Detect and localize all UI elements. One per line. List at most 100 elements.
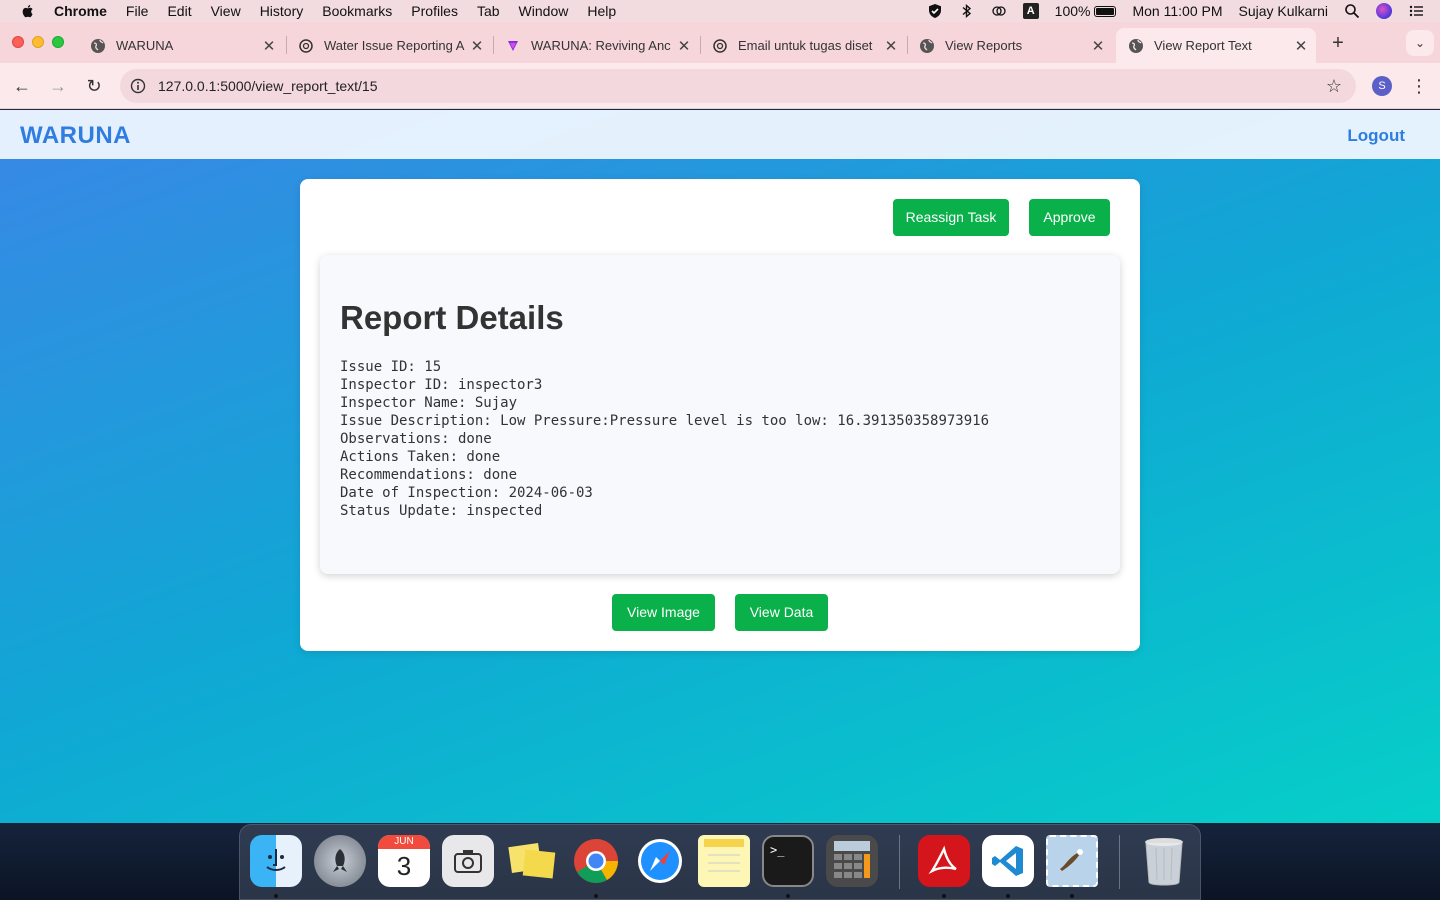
menubar-user[interactable]: Sujay Kulkarni [1239,3,1329,19]
chrome-icon[interactable] [570,835,622,887]
chrome-menu-icon[interactable]: ⋮ [1410,75,1428,97]
zoom-window-button[interactable] [52,36,64,48]
safari-icon[interactable] [634,835,686,887]
forward-button[interactable]: → [47,75,69,97]
report-line-issue-description: Issue Description: Low Pressure:Pressure… [340,413,990,429]
tab-water-issue-reporting[interactable]: Water Issue Reporting A ✕ [286,28,492,63]
site-info-icon[interactable] [130,78,146,94]
reload-button[interactable]: ↻ [83,75,105,97]
calculator-icon[interactable] [826,835,878,887]
battery-status[interactable]: 100% [1055,3,1117,19]
menu-edit[interactable]: Edit [167,3,191,19]
menu-history[interactable]: History [260,3,304,19]
notes-icon[interactable] [698,835,750,887]
tab-view-report-text[interactable]: View Report Text ✕ [1116,28,1316,63]
close-tab-icon[interactable]: ✕ [675,37,693,55]
profile-avatar[interactable]: S [1372,76,1392,96]
tab-title: View Reports [945,38,1023,53]
bookmark-star-icon[interactable]: ☆ [1326,77,1342,95]
image-capture-icon[interactable] [442,835,494,887]
running-indicator [594,894,598,898]
menu-file[interactable]: File [126,3,149,19]
menu-help[interactable]: Help [587,3,616,19]
tab-title: Email untuk tugas diset [738,38,873,53]
report-line-observations: Observations: done [340,431,492,447]
vscode-icon[interactable] [982,835,1034,887]
close-tab-icon[interactable]: ✕ [468,37,486,55]
spotlight-search-icon[interactable] [1344,3,1360,19]
tab-waruna[interactable]: WARUNA ✕ [78,28,284,63]
browser-tab-strip: WARUNA ✕ Water Issue Reporting A ✕ WARUN… [0,22,1440,63]
terminal-icon[interactable]: >_ [762,835,814,887]
bluetooth-icon[interactable] [959,3,975,19]
approve-button[interactable]: Approve [1029,199,1110,236]
tab-waruna-reviving[interactable]: WARUNA: Reviving Anc ✕ [493,28,699,63]
siri-icon[interactable] [1376,3,1392,19]
stickies-icon[interactable] [506,835,558,887]
preview-icon[interactable] [1046,835,1098,887]
battery-icon [1094,5,1117,17]
dock-separator [1119,835,1120,889]
browser-toolbar: ← → ↻ 127.0.0.1:5000/view_report_text/15… [0,63,1440,109]
macos-menu-bar: Chrome File Edit View History Bookmarks … [0,0,1440,22]
gamma-app-icon [508,40,518,51]
report-card: Reassign Task Approve Report Details Iss… [300,179,1140,651]
menu-profiles[interactable]: Profiles [411,3,458,19]
page-viewport: WARUNA Logout Reassign Task Approve Repo… [0,110,1440,823]
address-bar[interactable]: 127.0.0.1:5000/view_report_text/15 ☆ [120,69,1356,103]
close-window-button[interactable] [12,36,24,48]
report-text: Issue ID: 15 Inspector ID: inspector3 In… [340,358,989,520]
logout-link[interactable]: Logout [1347,126,1405,146]
acrobat-icon[interactable] [918,835,970,887]
back-button[interactable]: ← [11,75,33,97]
dock-separator [899,835,900,889]
site-brand[interactable]: WARUNA [20,122,131,150]
chatgpt-icon [299,38,313,53]
close-tab-icon[interactable]: ✕ [1089,37,1107,55]
close-tab-icon[interactable]: ✕ [1292,37,1310,55]
report-line-status-update: Status Update: inspected [340,503,543,519]
menu-view[interactable]: View [211,3,241,19]
input-source-icon[interactable]: A [1022,3,1039,19]
trash-icon[interactable] [1138,835,1190,887]
report-line-date-of-inspection: Date of Inspection: 2024-06-03 [340,485,593,501]
window-controls [12,36,64,48]
globe-icon [920,38,934,53]
view-image-button[interactable]: View Image [612,594,715,631]
running-indicator [1006,894,1010,898]
menu-bookmarks[interactable]: Bookmarks [322,3,392,19]
calendar-icon[interactable]: JUN 3 [378,835,430,887]
tab-title: WARUNA [116,38,174,53]
menu-chrome[interactable]: Chrome [54,3,107,19]
menu-tab[interactable]: Tab [477,3,500,19]
report-line-recommendations: Recommendations: done [340,467,518,483]
report-title: Report Details [340,299,564,336]
finder-icon[interactable] [250,835,302,887]
globe-icon [91,38,105,53]
tab-search-button[interactable]: ⌄ [1406,30,1434,56]
view-data-button[interactable]: View Data [735,594,828,631]
url-text[interactable]: 127.0.0.1:5000/view_report_text/15 [158,78,378,94]
running-indicator [942,894,946,898]
minimize-window-button[interactable] [32,36,44,48]
report-line-inspector-name: Inspector Name: Sujay [340,395,518,411]
calendar-day: 3 [396,851,412,881]
close-tab-icon[interactable]: ✕ [260,37,278,55]
menubar-clock[interactable]: Mon 11:00 PM [1132,3,1222,19]
report-line-actions-taken: Actions Taken: done [340,449,501,465]
vpn-shield-icon[interactable] [927,3,943,19]
apple-icon[interactable] [20,3,36,19]
tab-title: Water Issue Reporting A [324,38,465,53]
screen-mirroring-icon[interactable] [991,3,1007,19]
site-navbar: WARUNA Logout [0,110,1440,159]
close-tab-icon[interactable]: ✕ [882,37,900,55]
report-line-issue-id: Issue ID: 15 [340,359,442,375]
tab-email-untuk-tugas[interactable]: Email untuk tugas diset ✕ [700,28,906,63]
new-tab-button[interactable]: + [1327,32,1349,54]
menu-window[interactable]: Window [519,3,569,19]
tab-title: WARUNA: Reviving Anc [531,38,671,53]
control-center-icon[interactable] [1408,3,1424,19]
launchpad-icon[interactable] [314,835,366,887]
reassign-task-button[interactable]: Reassign Task [893,199,1009,236]
tab-view-reports[interactable]: View Reports ✕ [907,28,1113,63]
